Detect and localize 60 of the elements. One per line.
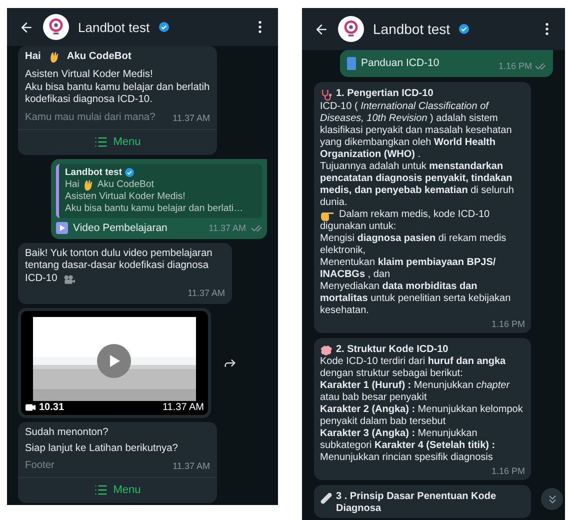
stethoscope-icon <box>320 89 332 102</box>
message-text: Siap lanjut ke Latihan berikutnya? <box>25 442 178 454</box>
brain-icon <box>320 345 332 356</box>
scroll-down-button[interactable] <box>541 488 563 510</box>
avatar-icon <box>338 16 364 42</box>
chat-title: Landbot test <box>373 21 450 37</box>
message-title: 3 . Prinsip Dasar Penentuan Kode Diagnosa <box>336 491 498 516</box>
message-text: Hai <box>65 178 80 191</box>
waving-hand-icon <box>48 51 60 64</box>
message-text: Karakter 1 (Huruf) : Menunjukkan chapter atau bab besar penyakit <box>320 380 510 404</box>
message-time: 11.37 AM <box>208 222 246 235</box>
play-icon <box>107 354 121 368</box>
message-title: Hai <box>25 51 41 64</box>
message-time: 11.37 AM <box>162 402 204 413</box>
message-time: 1.16 PM <box>498 60 546 74</box>
message-text: Tujuannya adalah untuk menstandarkan pencatatan diagnosis penyakit, tindakan medis, dan penyebab kematian di seluruh dunia. <box>320 161 514 208</box>
message-text: Aku bisa bantu kamu belajar dan berlatih kodefikasi diagnosa ICD-10. <box>25 82 210 106</box>
menu-button[interactable]: Menu <box>18 477 217 504</box>
message-text: Karakter 2 (Angka) : Menunjukkan kelompok penyakit dalam bab tersebut <box>320 404 523 428</box>
message-text: Asisten Virtual Koder Medis! <box>25 68 153 80</box>
message-text: Dalam rekam medis, kode ICD-10 <box>339 209 490 222</box>
list-icon <box>94 483 108 498</box>
message-title: 2. Struktur Kode ICD-10 <box>336 344 448 356</box>
attachment-title: Video Pembelajaran <box>73 222 168 235</box>
document-title: Panduan ICD-10 <box>361 57 440 70</box>
waving-hand-icon <box>82 178 94 191</box>
message-text: digunakan untuk: <box>320 221 396 232</box>
message-text: Aku bisa bantu kamu belajar dan berlati… <box>65 202 244 214</box>
message-time: 1.16 PM <box>491 465 525 478</box>
message-title: Aku CodeBot <box>66 51 132 64</box>
film-camera-icon <box>63 274 76 286</box>
play-icon <box>56 222 68 234</box>
message-title: 1. Pengertian ICD-10 <box>336 88 434 100</box>
book-icon <box>347 57 356 70</box>
message-text: Asisten Virtual Koder Medis! <box>65 190 186 202</box>
message-footer: Footer <box>25 460 54 474</box>
chat-title: Landbot test <box>78 20 150 34</box>
message-time: 11.37 AM <box>172 460 210 474</box>
message-text: Kode ICD-10 terdiri dari huruf dan angka dengan struktur sebagai berikut: <box>320 356 506 380</box>
back-button[interactable] <box>314 22 329 36</box>
message-footer: Kamu mau mulai dari mana? <box>25 112 156 125</box>
message-text: Sudah menonton? <box>25 426 108 438</box>
video-duration: 10.31 <box>25 402 64 413</box>
avatar-icon <box>43 14 69 40</box>
message-text: Aku CodeBot <box>97 178 154 191</box>
pointing-hand-icon <box>320 210 335 221</box>
quoted-sender: Landbot test <box>65 166 134 179</box>
menu-button[interactable]: Menu <box>18 128 217 155</box>
message-time: 11.37 AM <box>172 112 210 125</box>
message-text: ICD-10 ( International Classification of Diseases, 10th Revision ) adalah sistem klasifikasi penyakit dan masalah kesehatan yang dikembangkan oleh World Health Organization (WHO) . <box>320 101 512 160</box>
message-text: ICD-10 <box>25 273 58 286</box>
back-button[interactable] <box>19 20 34 34</box>
video-camera-icon <box>25 402 36 413</box>
list-icon <box>94 134 108 149</box>
message-text: Karakter 3 (Angka) : Menunjukkan subkategori Karakter 4 (Setelah titik) : Menunjukkan rincian spesifik diagnosis <box>320 428 496 464</box>
message-text: Menyediakan data morbiditas dan mortalitas untuk penelitian serta kebijakan kesehatan. <box>320 281 511 316</box>
message-time: 1.16 PM <box>491 318 525 330</box>
message-text: Baik! Yuk tonton dulu video pembelajaran tentang dasar-dasar kodefikasi diagnosa <box>25 248 212 272</box>
message-time: 11.37 AM <box>188 286 225 300</box>
bandage-icon <box>320 492 332 504</box>
